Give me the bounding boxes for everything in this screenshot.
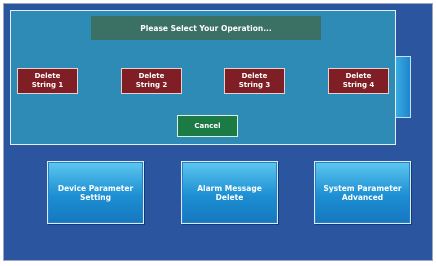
device-parameter-setting-button[interactable]: Device Parameter Setting — [47, 161, 144, 224]
delete-string-3-button[interactable]: Delete String 3 — [224, 68, 285, 94]
delete-string-1-button[interactable]: Delete String 1 — [17, 68, 78, 94]
system-parameter-advanced-label: System Parameter Advanced — [323, 183, 402, 202]
delete-string-2-label: Delete String 2 — [135, 72, 168, 89]
delete-string-4-button[interactable]: Delete String 4 — [328, 68, 389, 94]
delete-string-3-label: Delete String 3 — [238, 72, 271, 89]
delete-string-1-label: Delete String 1 — [31, 72, 64, 89]
hmi-screen: Device Parameter Setting Alarm Message D… — [3, 3, 433, 261]
device-parameter-setting-label: Device Parameter Setting — [57, 183, 134, 202]
delete-string-2-button[interactable]: Delete String 2 — [121, 68, 182, 94]
operation-dialog: Please Select Your Operation... Delete S… — [10, 10, 396, 145]
system-parameter-advanced-button[interactable]: System Parameter Advanced — [314, 161, 411, 224]
alarm-message-delete-button[interactable]: Alarm Message Delete — [181, 161, 278, 224]
alarm-message-delete-label: Alarm Message Delete — [197, 183, 262, 202]
delete-string-4-label: Delete String 4 — [342, 72, 375, 89]
cancel-button[interactable]: Cancel — [177, 115, 238, 137]
dialog-title: Please Select Your Operation... — [91, 16, 321, 40]
